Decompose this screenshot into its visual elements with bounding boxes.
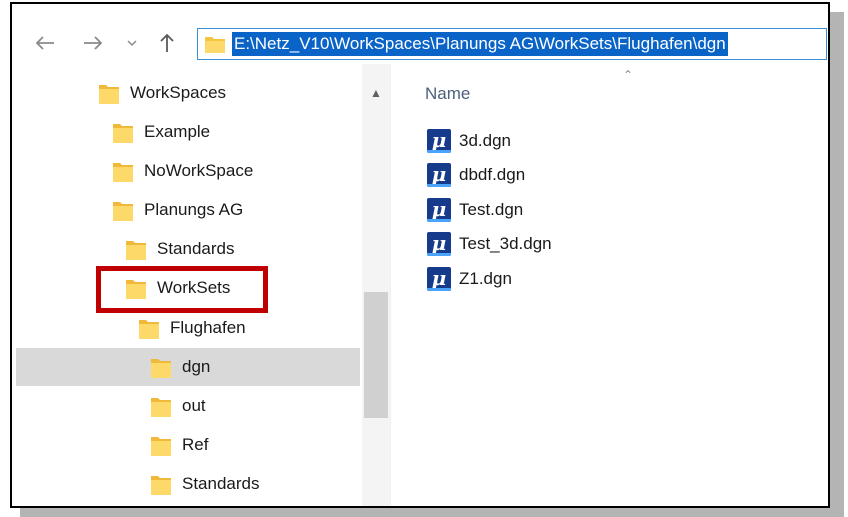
folder-icon: [113, 163, 133, 182]
worksets-highlight-box: [96, 266, 268, 313]
file-item[interactable]: μ dbdf.dgn: [427, 160, 525, 190]
tree-item-workspaces[interactable]: WorkSpaces: [16, 74, 360, 112]
tree-item-label: Standards: [182, 474, 260, 493]
scroll-up-icon[interactable]: ▲: [370, 86, 382, 100]
file-item[interactable]: μ 3d.dgn: [427, 126, 511, 156]
folder-icon: [113, 202, 133, 221]
explorer-window: E:\Netz_V10\WorkSpaces\Planungs AG\WorkS…: [10, 2, 830, 508]
tree-item-label: NoWorkSpace: [144, 161, 254, 180]
microstation-file-icon: μ: [427, 198, 451, 222]
chevron-down-icon: [127, 40, 137, 47]
tree-item-label: Standards: [157, 239, 235, 258]
tree-item-label: Ref: [182, 435, 209, 454]
tree-scrollbar[interactable]: ▲: [362, 64, 390, 506]
tree-item-label: out: [182, 396, 206, 415]
tree-item-standards[interactable]: Standards: [16, 230, 360, 268]
tree-item-label: dgn: [182, 357, 211, 376]
arrow-right-icon: [84, 36, 103, 50]
file-name: dbdf.dgn: [459, 165, 526, 184]
folder-icon: [126, 241, 146, 260]
folder-icon: [151, 437, 171, 456]
tree-item-dgn[interactable]: dgn: [16, 348, 360, 386]
microstation-file-icon: μ: [427, 232, 451, 256]
arrow-left-icon: [35, 36, 54, 50]
tree-item-ref[interactable]: Ref: [16, 426, 360, 464]
folder-icon: [139, 320, 159, 339]
microstation-file-icon: μ: [427, 129, 451, 153]
tree-item-label: Example: [144, 122, 211, 141]
tree-item-label: Planungs AG: [144, 200, 244, 219]
microstation-file-icon: μ: [427, 267, 451, 291]
file-item[interactable]: μ Test.dgn: [427, 195, 523, 225]
sort-ascending-icon: ⌃: [623, 68, 634, 82]
tree-item-label: Flughafen: [170, 318, 246, 337]
back-button[interactable]: [30, 28, 60, 58]
file-name: Test.dgn: [459, 200, 524, 219]
navigation-bar: E:\Netz_V10\WorkSpaces\Planungs AG\WorkS…: [12, 4, 828, 64]
folder-icon: [151, 359, 171, 378]
file-item[interactable]: μ Z1.dgn: [427, 264, 512, 294]
tree-item-planungs-ag[interactable]: Planungs AG: [16, 191, 360, 229]
address-bar[interactable]: E:\Netz_V10\WorkSpaces\Planungs AG\WorkS…: [197, 28, 827, 60]
file-list: ⌃ Name μ 3d.dgn μ dbdf.dgn μ Test.dgn μ …: [391, 64, 828, 506]
file-item[interactable]: μ Test_3d.dgn: [427, 229, 552, 259]
tree-item-flughafen[interactable]: Flughafen: [16, 309, 360, 347]
file-name: Z1.dgn: [459, 269, 512, 288]
up-button[interactable]: [152, 28, 182, 58]
scroll-thumb[interactable]: [364, 292, 388, 418]
recent-locations-button[interactable]: [122, 28, 142, 58]
folder-icon: [99, 85, 119, 104]
tree-item-standards-2[interactable]: Standards: [16, 465, 360, 503]
folder-icon: [151, 476, 171, 495]
folder-icon: [205, 37, 225, 53]
microstation-file-icon: μ: [427, 163, 451, 187]
file-name: 3d.dgn: [459, 131, 511, 150]
arrow-up-icon: [160, 33, 174, 52]
tree-item-label: WorkSpaces: [130, 83, 227, 102]
tree-item-out[interactable]: out: [16, 387, 360, 425]
folder-icon: [113, 124, 133, 143]
address-path[interactable]: E:\Netz_V10\WorkSpaces\Planungs AG\WorkS…: [232, 32, 728, 56]
forward-button[interactable]: [78, 28, 108, 58]
tree-item-example[interactable]: Example: [16, 113, 360, 151]
file-name: Test_3d.dgn: [459, 234, 552, 253]
tree-item-noworkspace[interactable]: NoWorkSpace: [16, 152, 360, 190]
column-header-name[interactable]: Name: [425, 84, 470, 104]
folder-icon: [151, 398, 171, 417]
